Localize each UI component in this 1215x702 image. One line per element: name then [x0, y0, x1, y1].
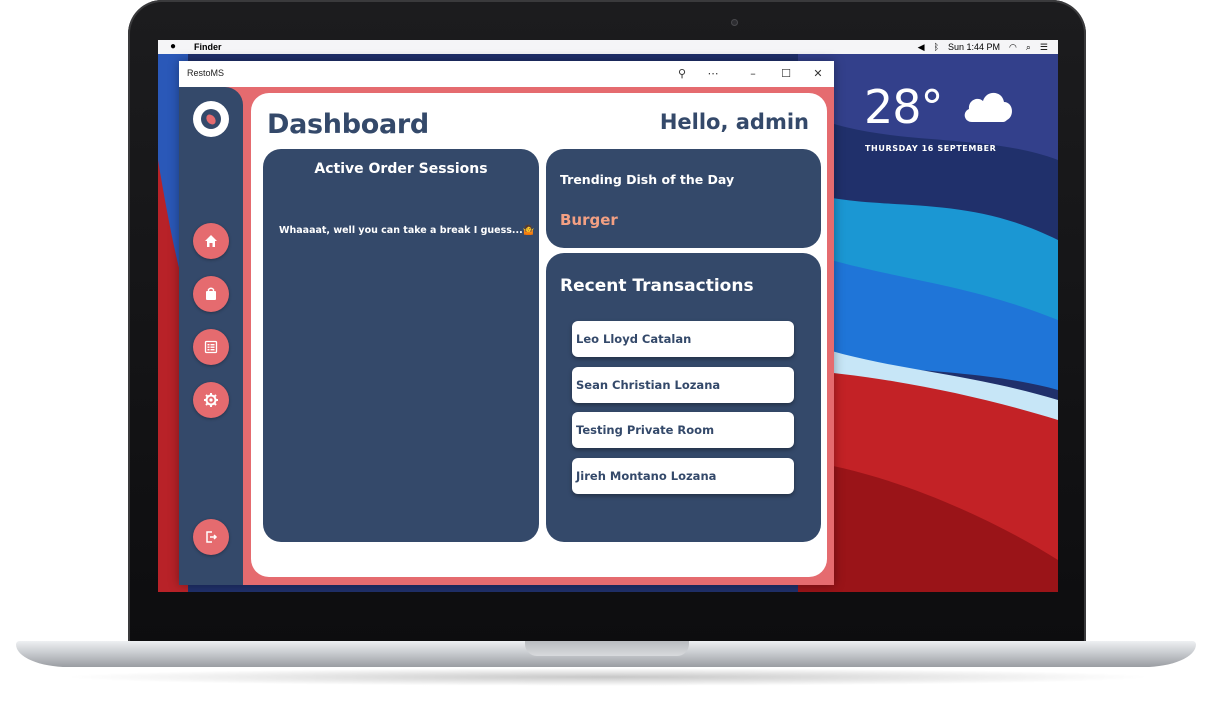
list-icon [204, 340, 218, 354]
gear-icon [204, 393, 218, 407]
dashboard-panel: Dashboard Hello, admin Active Order Sess… [251, 93, 827, 577]
active-orders-card: Active Order Sessions Whaaaat, well you … [263, 149, 539, 542]
trending-dish-name: Burger [560, 211, 618, 229]
logo-ring [201, 109, 221, 129]
trending-dish-title: Trending Dish of the Day [560, 172, 735, 187]
more-icon[interactable]: ⋯ [702, 64, 724, 84]
search-icon[interactable]: ⌕ [1026, 40, 1031, 54]
logout-icon [206, 531, 218, 543]
webcam [731, 19, 738, 26]
volume-icon[interactable]: ◀︎ [918, 40, 925, 54]
pin-icon[interactable]: ⚲ [671, 64, 693, 84]
sidebar-item-menu[interactable] [193, 329, 229, 365]
control-center-icon[interactable]: ☰ [1040, 40, 1048, 54]
app-client-area: Dashboard Hello, admin Active Order Sess… [179, 87, 834, 585]
app-window: RestoMS ⚲ ⋯ – ☐ ✕ Dashboard Hello, admin… [179, 61, 834, 585]
laptop-screen: ● Finder ◀︎ ᛒ Sun 1:44 PM ◠ ⌕ ☰ 28° THUR… [158, 40, 1058, 592]
menubar-clock[interactable]: Sun 1:44 PM [948, 40, 1000, 54]
window-titlebar[interactable]: RestoMS ⚲ ⋯ – ☐ ✕ [179, 61, 834, 88]
menubar-status: ◀︎ ᛒ Sun 1:44 PM ◠ ⌕ ☰ [918, 40, 1048, 54]
transaction-item[interactable]: Sean Christian Lozana [572, 366, 794, 403]
active-orders-empty-message: Whaaaat, well you can take a break I gue… [279, 225, 535, 236]
laptop-notch [525, 641, 689, 656]
active-orders-title: Active Order Sessions [314, 161, 488, 177]
laptop-shadow [60, 668, 1155, 686]
menubar-app-name[interactable]: Finder [194, 40, 222, 54]
greeting: Hello, admin [659, 110, 809, 134]
maximize-icon[interactable]: ☐ [775, 64, 797, 84]
sidebar-item-orders[interactable] [193, 276, 229, 312]
recent-transactions-card: Recent Transactions Leo Lloyd Catalan Se… [546, 253, 821, 542]
transaction-item[interactable]: Leo Lloyd Catalan [572, 321, 794, 357]
apple-icon[interactable]: ● [170, 40, 176, 54]
transaction-item[interactable]: Jireh Montano Lozana [572, 457, 794, 494]
page-title: Dashboard [267, 109, 429, 140]
app-logo[interactable] [193, 101, 229, 137]
sidebar-item-home[interactable] [193, 223, 229, 259]
bluetooth-icon[interactable]: ᛒ [934, 40, 939, 54]
minimize-icon[interactable]: – [742, 64, 764, 84]
recent-transactions-title: Recent Transactions [560, 276, 754, 296]
logo-mark [204, 112, 218, 127]
close-icon[interactable]: ✕ [807, 64, 829, 84]
transaction-item[interactable]: Testing Private Room [572, 412, 794, 448]
transactions-list: Leo Lloyd Catalan Sean Christian Lozana … [572, 321, 794, 503]
trending-dish-card: Trending Dish of the Day Burger [546, 149, 821, 248]
wifi-icon[interactable]: ◠ [1009, 40, 1017, 54]
logout-button[interactable] [193, 519, 229, 555]
sidebar-item-settings[interactable] [193, 382, 229, 418]
weather-date: THURSDAY 16 SEPTEMBER [865, 144, 997, 153]
sidebar [179, 87, 243, 585]
cloud-icon [964, 92, 1013, 122]
window-title: RestoMS [187, 68, 225, 78]
bag-icon [206, 287, 216, 300]
weather-temperature: 28° [864, 80, 944, 134]
home-icon [205, 235, 217, 247]
menu-bar: ● Finder ◀︎ ᛒ Sun 1:44 PM ◠ ⌕ ☰ [158, 40, 1058, 54]
